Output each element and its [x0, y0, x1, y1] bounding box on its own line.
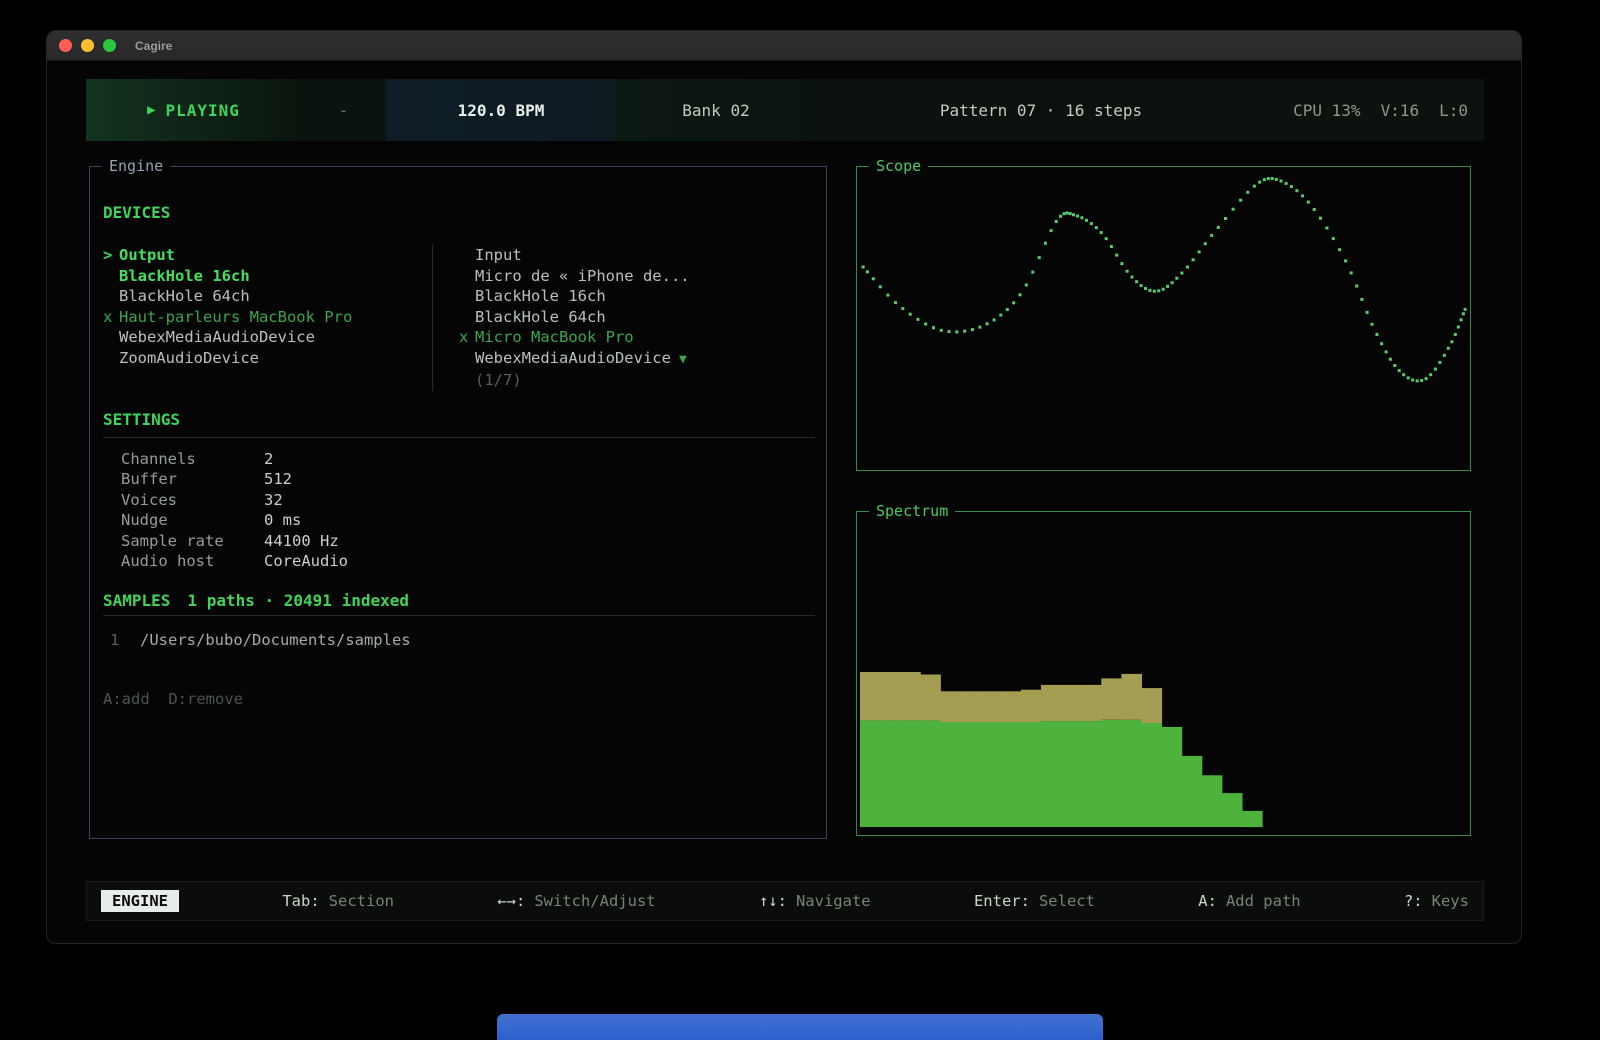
hint-navigate: ↑↓:Navigate: [759, 892, 871, 910]
app-content: ▶ PLAYING - 120.0 BPM Bank 02 Pattern 07 …: [47, 61, 1521, 944]
output-device-item[interactable]: ZoomAudioDevice: [103, 348, 432, 369]
input-list-header[interactable]: Input: [459, 245, 826, 266]
engine-panel: Engine DEVICES >Output BlackHole 16ch Bl…: [89, 166, 827, 839]
pattern-display[interactable]: Pattern 07 · 16 steps: [816, 79, 1266, 141]
samples-key-hints: A:add D:remove: [103, 690, 826, 708]
scope-panel: Scope: [856, 166, 1471, 471]
background-window-strip: [497, 1014, 1103, 1040]
samples-summary: 1 paths · 20491 indexed: [187, 591, 409, 610]
scope-waveform: [857, 167, 1470, 470]
titlebar: Cagire: [47, 31, 1521, 61]
setting-row-nudge[interactable]: Nudge0 ms: [90, 510, 826, 531]
bank-display[interactable]: Bank 02: [616, 79, 816, 141]
system-stats: CPU 13% V:16 L:0: [1266, 79, 1484, 141]
setting-row-voices[interactable]: Voices32: [90, 490, 826, 511]
devices-heading: DEVICES: [103, 203, 826, 222]
input-device-item[interactable]: BlackHole 64ch: [459, 307, 826, 328]
app-window: Cagire ▶ PLAYING - 120.0 BPM Bank 02 Patt…: [46, 30, 1522, 944]
divider: [103, 615, 815, 616]
play-icon: ▶: [147, 102, 156, 118]
filter-icon: ▼: [679, 352, 687, 367]
close-button[interactable]: [59, 39, 72, 52]
output-device-item-active[interactable]: xHaut-parleurs MacBook Pro: [103, 307, 432, 328]
setting-row-buffer[interactable]: Buffer512: [90, 469, 826, 490]
bpm-display[interactable]: 120.0 BPM: [386, 79, 616, 141]
output-device-item[interactable]: BlackHole 64ch: [103, 286, 432, 307]
voice-count: V:16: [1381, 101, 1420, 120]
output-device-item[interactable]: WebexMediaAudioDevice: [103, 327, 432, 348]
desktop: Cagire ▶ PLAYING - 120.0 BPM Bank 02 Patt…: [0, 0, 1600, 1040]
sample-path-row[interactable]: 1/Users/bubo/Documents/samples: [90, 630, 826, 651]
output-device-list: >Output BlackHole 16ch BlackHole 64ch xH…: [90, 245, 432, 391]
devices-columns: >Output BlackHole 16ch BlackHole 64ch xH…: [90, 245, 826, 391]
transport-label: PLAYING: [166, 101, 240, 120]
input-device-item[interactable]: Micro de « iPhone de...: [459, 266, 826, 287]
input-device-item[interactable]: WebexMediaAudioDevice▼: [459, 348, 826, 371]
hint-tab-section: Tab:Section: [282, 892, 394, 910]
minimize-button[interactable]: [81, 39, 94, 52]
window-title: Cagire: [135, 39, 172, 53]
spectrum-bars: [857, 512, 1470, 835]
section-badge-engine[interactable]: ENGINE: [101, 890, 179, 912]
settings-heading: SETTINGS: [103, 410, 826, 429]
song-name-placeholder: -: [301, 79, 386, 141]
sample-paths-list: 1/Users/bubo/Documents/samples: [90, 630, 826, 651]
input-device-item[interactable]: BlackHole 16ch: [459, 286, 826, 307]
input-list-pager: (1/7): [459, 370, 826, 391]
hint-keys: ?:Keys: [1404, 892, 1469, 910]
output-device-item[interactable]: BlackHole 16ch: [103, 266, 432, 287]
cpu-usage: CPU 13%: [1293, 101, 1360, 120]
hint-add-path: A:Add path: [1198, 892, 1300, 910]
input-device-item-active[interactable]: xMicro MacBook Pro: [459, 327, 826, 348]
setting-row-audio-host[interactable]: Audio hostCoreAudio: [90, 551, 826, 572]
output-label: Output: [119, 246, 175, 264]
latency-count: L:0: [1439, 101, 1468, 120]
engine-panel-title: Engine: [102, 157, 170, 175]
hint-switch-adjust: ←→:Switch/Adjust: [497, 892, 655, 910]
spectrum-panel: Spectrum: [856, 511, 1471, 836]
status-bar: ▶ PLAYING - 120.0 BPM Bank 02 Pattern 07 …: [86, 79, 1484, 141]
settings-list: Channels2 Buffer512 Voices32 Nudge0 ms S…: [90, 449, 826, 572]
divider: [103, 437, 815, 438]
samples-heading: SAMPLES1 paths · 20491 indexed: [103, 591, 826, 610]
input-label: Input: [475, 246, 522, 264]
footer-bar: ENGINE Tab:Section ←→:Switch/Adjust ↑↓:N…: [86, 881, 1484, 921]
selection-cursor: >: [103, 245, 119, 266]
input-device-list: Input Micro de « iPhone de... BlackHole …: [432, 245, 826, 391]
output-list-header[interactable]: >Output: [103, 245, 432, 266]
hint-select: Enter:Select: [974, 892, 1095, 910]
transport-status: ▶ PLAYING: [86, 79, 301, 141]
setting-row-channels[interactable]: Channels2: [90, 449, 826, 470]
setting-row-sample-rate[interactable]: Sample rate44100 Hz: [90, 531, 826, 552]
zoom-button[interactable]: [103, 39, 116, 52]
